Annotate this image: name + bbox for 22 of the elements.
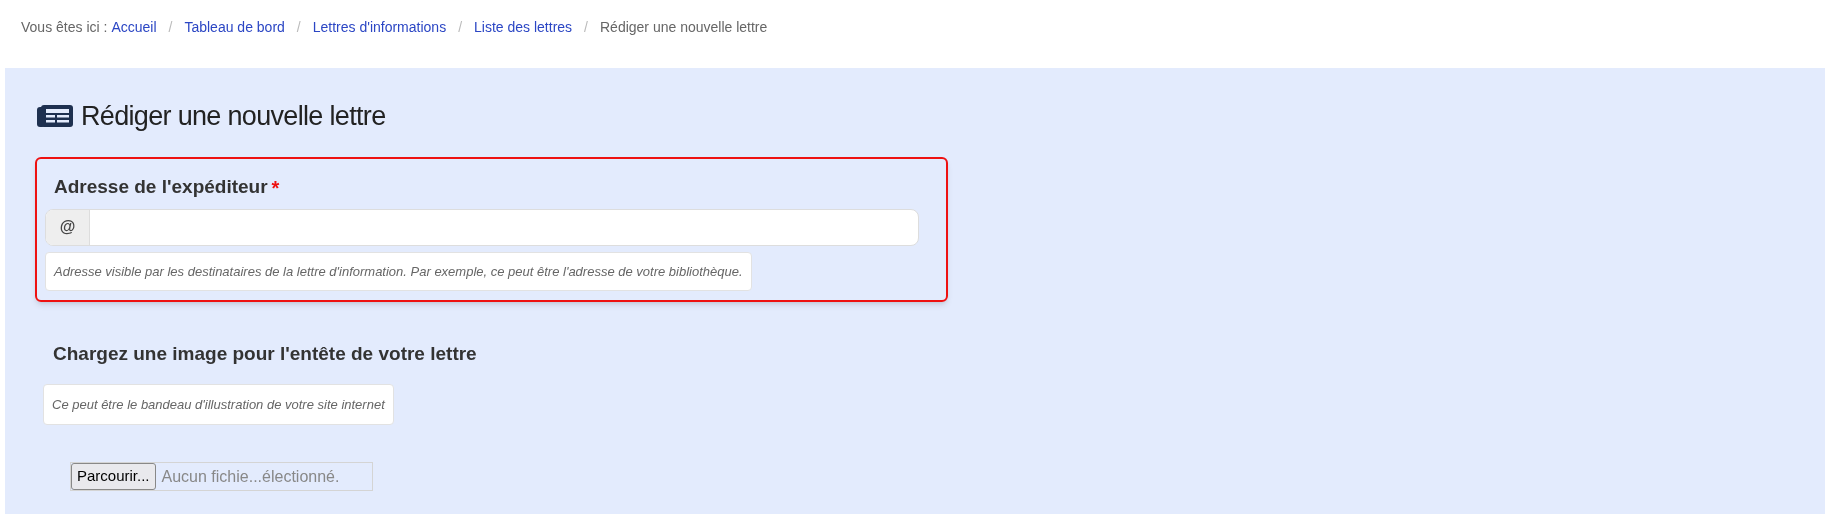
help-text: Adresse visible par les destinataires de la lettre d'information. Par exemple, ce peut être l'adresse de votre bibliothèque.	[45, 251, 752, 291]
breadcrumb-link[interactable]: Liste des lettres	[474, 16, 573, 38]
breadcrumb-prefix: Vous êtes ici :	[21, 17, 108, 37]
at-addon: @	[46, 209, 90, 245]
breadcrumb-link[interactable]: Lettres d'informations	[312, 16, 447, 38]
breadcrumb-separator: /	[168, 17, 173, 37]
breadcrumb-separator: /	[458, 17, 463, 37]
page-title: Rédiger une nouvelle lettre	[81, 100, 386, 133]
required-mark: *	[271, 175, 280, 201]
field-label: Chargez une image pour l'entête de votre lettre	[53, 342, 478, 366]
breadcrumb-separator: /	[296, 17, 301, 37]
breadcrumb-link[interactable]: Accueil	[111, 16, 157, 38]
browse-button[interactable]: Parcourir...	[71, 463, 156, 490]
field-label: Adresse de l'expéditeur	[54, 175, 268, 200]
newspaper-icon	[37, 104, 73, 129]
breadcrumb-current: Rédiger une nouvelle lettre	[600, 17, 768, 37]
breadcrumb-separator: /	[584, 17, 588, 37]
email-input[interactable]: @	[45, 208, 919, 246]
help-text: Ce peut être le bandeau d'illustration de votre site internet	[43, 383, 394, 425]
file-status: Aucun fichie...électionné.	[161, 466, 340, 487]
file-input[interactable]: Parcourir... Aucun fichie...électionné.	[70, 462, 373, 491]
breadcrumb-link[interactable]: Tableau de bord	[184, 16, 285, 38]
